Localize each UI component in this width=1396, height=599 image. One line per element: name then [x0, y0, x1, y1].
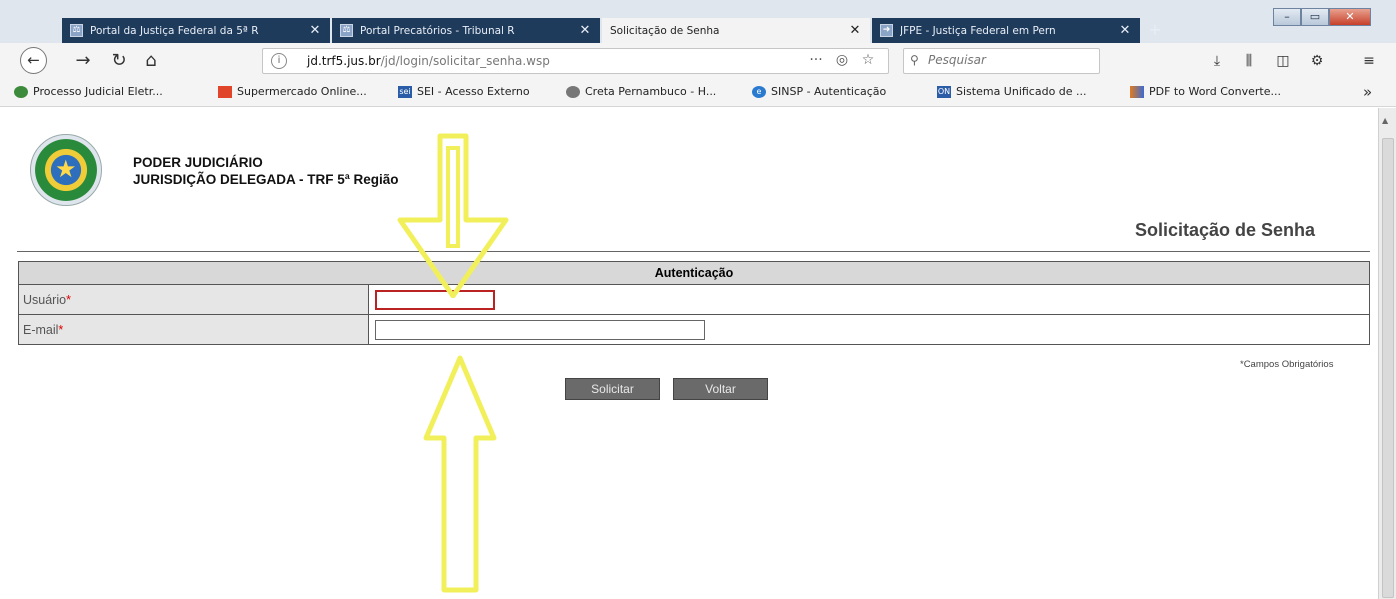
- tab-label: Solicitação de Senha: [610, 24, 720, 37]
- bookmark-label: SINSP - Autenticação: [771, 85, 887, 98]
- maximize-button[interactable]: ▭: [1301, 8, 1329, 26]
- user-label: Usuário: [23, 292, 67, 307]
- tab-strip: ⚖ Portal da Justiça Federal da 5ª R ✕ ⚖ …: [62, 18, 1168, 43]
- extension-icon[interactable]: ⚙: [1306, 50, 1328, 72]
- bookmark-star-icon[interactable]: ☆: [859, 52, 877, 68]
- tab-portal-justica[interactable]: ⚖ Portal da Justiça Federal da 5ª R ✕: [62, 18, 330, 43]
- url-text: jd.trf5.jus.br/jd/login/solicitar_senha.…: [307, 54, 550, 68]
- bookmark-label: SEI - Acesso Externo: [417, 85, 530, 98]
- required-mark: *: [66, 292, 71, 307]
- scroll-up-icon[interactable]: ▲: [1382, 116, 1388, 125]
- url-host: jd.trf5.jus.br: [307, 54, 381, 68]
- page-actions-icon[interactable]: ···: [807, 52, 825, 68]
- page-viewport: PODER JUDICIÁRIO JURISDIÇÃO DELEGADA - T…: [0, 108, 1378, 599]
- bookmark-label: Creta Pernambuco - H...: [585, 85, 717, 98]
- email-label-cell: E-mail*: [18, 314, 369, 345]
- search-bar[interactable]: ⚲: [903, 48, 1100, 74]
- sidebar-icon[interactable]: ◫: [1272, 50, 1294, 72]
- ie-icon: e: [752, 85, 766, 98]
- form-header-row: Autenticação: [18, 261, 1370, 285]
- email-input[interactable]: [375, 319, 705, 340]
- search-input[interactable]: [928, 53, 1093, 67]
- tab-close-icon[interactable]: ✕: [1118, 23, 1132, 38]
- bookmark-processo-judicial[interactable]: Processo Judicial Eletr...: [14, 85, 163, 98]
- tab-close-icon[interactable]: ✕: [308, 23, 322, 38]
- bookmarks-toolbar: Processo Judicial Eletr... Supermercado …: [0, 78, 1396, 107]
- back-button[interactable]: ←: [20, 47, 47, 74]
- form-header: Autenticação: [18, 261, 1370, 285]
- minimize-button[interactable]: –: [1273, 8, 1301, 26]
- user-label-cell: Usuário*: [18, 284, 369, 315]
- downloads-icon[interactable]: ⤓: [1206, 50, 1228, 72]
- title-bar: ⚖ Portal da Justiça Federal da 5ª R ✕ ⚖ …: [0, 0, 1396, 43]
- browser-window: ⚖ Portal da Justiça Federal da 5ª R ✕ ⚖ …: [0, 0, 1396, 599]
- search-icon: ⚲: [910, 53, 919, 67]
- solicitar-button[interactable]: Solicitar: [565, 378, 660, 400]
- auth-form: Autenticação Usuário* E-mail*: [18, 261, 1370, 345]
- email-label: E-mail: [23, 322, 59, 337]
- globe-icon: [566, 85, 580, 98]
- scrollbar-thumb[interactable]: [1382, 138, 1394, 598]
- tab-jfpe[interactable]: ➜ JFPE - Justiça Federal em Pern ✕: [872, 18, 1140, 43]
- user-row: Usuário*: [18, 284, 1370, 315]
- url-path: /jd/login/solicitar_senha.wsp: [380, 54, 550, 68]
- org-name: PODER JUDICIÁRIO: [133, 155, 263, 170]
- tab-portal-precatorios[interactable]: ⚖ Portal Precatórios - Tribunal R ✕: [332, 18, 600, 43]
- new-tab-button[interactable]: +: [1142, 18, 1168, 43]
- page-title: Solicitação de Senha: [1135, 220, 1316, 240]
- up-arrow-annotation-icon: [423, 355, 497, 593]
- bookmark-pdf-word[interactable]: PDF to Word Converte...: [1130, 85, 1281, 98]
- window-controls: – ▭ ✕: [1273, 8, 1371, 26]
- forward-button[interactable]: →: [70, 49, 96, 73]
- required-fields-note: *Campos Obrigatórios: [1240, 359, 1334, 370]
- bookmark-sei[interactable]: sei SEI - Acesso Externo: [398, 85, 530, 98]
- tab-favicon-icon: ⚖: [340, 24, 353, 37]
- bookmark-label: PDF to Word Converte...: [1149, 85, 1281, 98]
- bookmark-sistema-unificado[interactable]: ON Sistema Unificado de ...: [937, 85, 1087, 98]
- email-field-cell: [368, 314, 1370, 345]
- tab-label: JFPE - Justiça Federal em Pern: [900, 24, 1056, 37]
- bookmark-label: Supermercado Online...: [237, 85, 367, 98]
- navigation-bar: ← → ↻ ⌂ i jd.trf5.jus.br/jd/login/solici…: [0, 43, 1396, 78]
- down-arrow-annotation-icon: [397, 133, 509, 298]
- globe-icon: [14, 85, 28, 98]
- site-info-icon[interactable]: i: [271, 53, 287, 69]
- required-mark: *: [58, 322, 64, 337]
- bookmarks-overflow-button[interactable]: »: [1363, 83, 1372, 101]
- bookmark-label: Processo Judicial Eletr...: [33, 85, 163, 98]
- close-window-button[interactable]: ✕: [1329, 8, 1371, 26]
- email-row: E-mail*: [18, 314, 1370, 345]
- tab-favicon-icon: ➜: [880, 24, 893, 37]
- bookmark-sinsp[interactable]: e SINSP - Autenticação: [752, 85, 886, 98]
- reload-button[interactable]: ↻: [106, 49, 132, 73]
- cart-icon: [218, 85, 232, 98]
- voltar-button[interactable]: Voltar: [673, 378, 768, 400]
- tab-close-icon[interactable]: ✕: [578, 23, 592, 38]
- brasao-logo-icon: [30, 134, 102, 206]
- bookmark-creta[interactable]: Creta Pernambuco - H...: [566, 85, 716, 98]
- divider: [17, 251, 1370, 252]
- pocket-icon[interactable]: ◎: [833, 52, 851, 68]
- address-bar[interactable]: i jd.trf5.jus.br/jd/login/solicitar_senh…: [262, 48, 889, 74]
- library-icon[interactable]: ⫼: [1238, 50, 1260, 72]
- tab-label: Portal da Justiça Federal da 5ª R: [90, 24, 259, 37]
- bookmark-label: Sistema Unificado de ...: [956, 85, 1087, 98]
- tab-label: Portal Precatórios - Tribunal R: [360, 24, 515, 37]
- tab-favicon-icon: ⚖: [70, 24, 83, 37]
- sei-icon: sei: [398, 85, 412, 98]
- menu-icon[interactable]: ≡: [1358, 50, 1380, 72]
- home-icon[interactable]: ⌂: [138, 49, 164, 73]
- bookmark-supermercado[interactable]: Supermercado Online...: [218, 85, 367, 98]
- on-icon: ON: [937, 85, 951, 98]
- org-subtitle: JURISDIÇÃO DELEGADA - TRF 5ª Região: [133, 172, 399, 187]
- pdf-icon: [1130, 85, 1144, 98]
- tab-close-icon[interactable]: ✕: [848, 23, 862, 38]
- tab-solicitacao-senha[interactable]: Solicitação de Senha ✕: [602, 18, 870, 43]
- vertical-scrollbar[interactable]: ▲: [1378, 108, 1396, 599]
